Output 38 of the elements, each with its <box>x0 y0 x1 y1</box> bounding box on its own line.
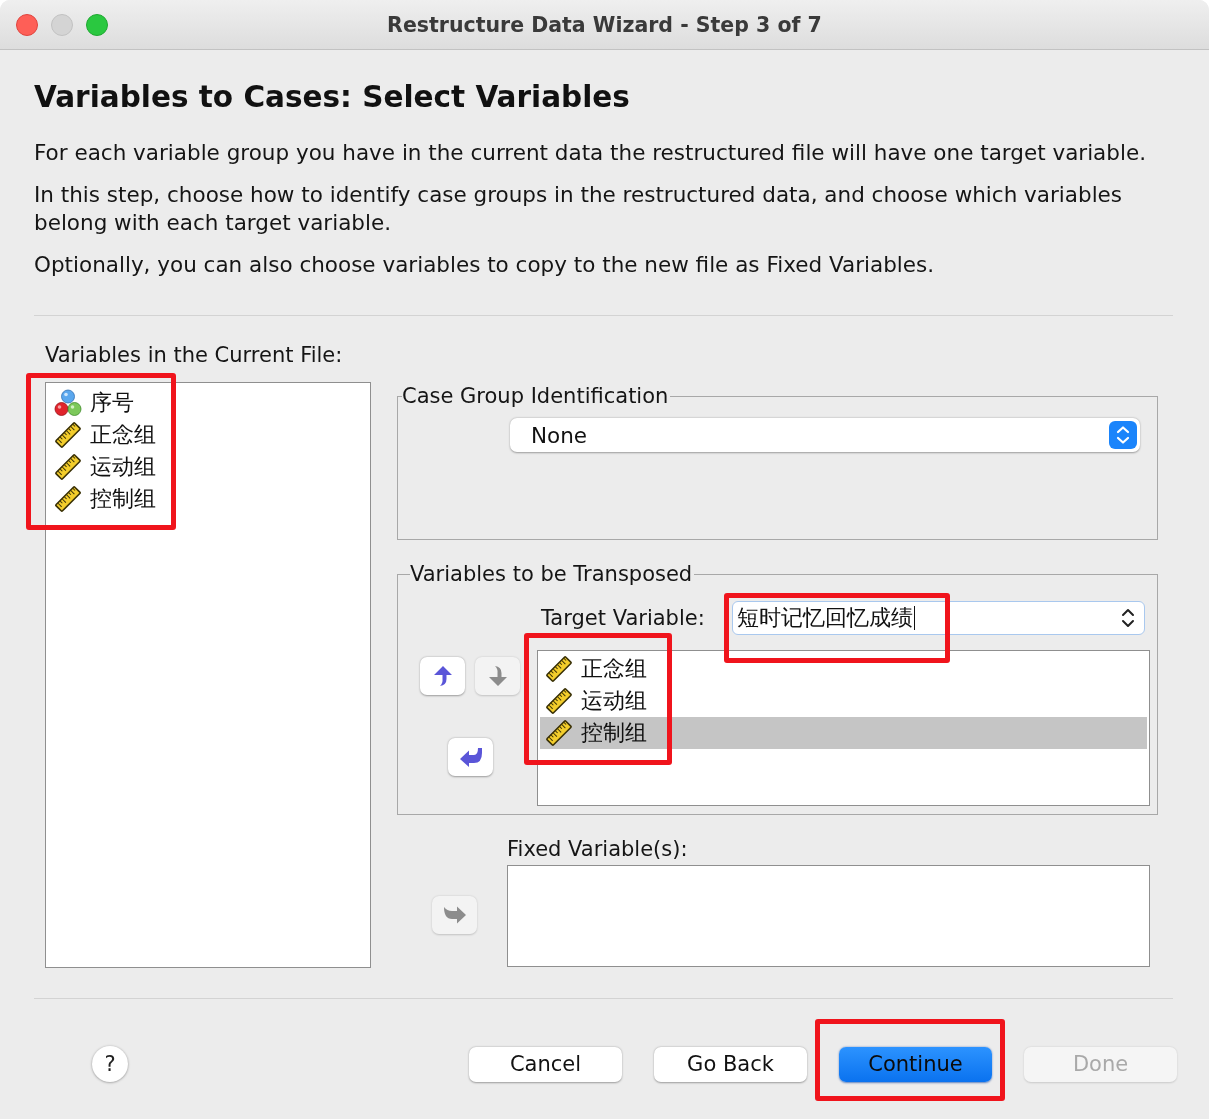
variable-list-item[interactable]: 序号 <box>53 387 370 419</box>
variable-list-item[interactable]: 正念组 <box>53 419 370 451</box>
arrow-down-icon <box>487 665 508 687</box>
variable-list-item[interactable]: 正念组 <box>540 653 1147 685</box>
target-variable-field[interactable]: 短时记忆回忆成绩 <box>732 601 1145 635</box>
close-button[interactable] <box>16 13 38 36</box>
group-legend: Variables to be Transposed <box>410 561 695 587</box>
variable-list[interactable]: 序号 正念组 运动组 控制组 <box>45 382 371 968</box>
list-label: Variables in the Current File: <box>45 342 343 368</box>
stepper-icon <box>1109 421 1137 449</box>
arrow-right-icon <box>442 904 467 925</box>
window-title: Restructure Data Wizard - Step 3 of 7 <box>387 12 822 37</box>
dialog-button[interactable]: Go Back <box>654 1046 807 1082</box>
dialog-button[interactable]: Continue <box>839 1046 992 1082</box>
return-arrow-icon <box>458 747 483 767</box>
move-back-button[interactable] <box>448 738 493 776</box>
variable-list-item[interactable]: 运动组 <box>540 685 1147 717</box>
help-button[interactable]: ? <box>92 1046 128 1082</box>
variable-list-item[interactable]: 控制组 <box>53 483 370 515</box>
arrow-up-icon <box>432 665 453 687</box>
field-label: Target Variable: <box>541 605 705 631</box>
move-up-button[interactable] <box>420 657 465 695</box>
group-legend: Case Group Identification <box>402 383 671 409</box>
list-label: Fixed Variable(s): <box>507 836 689 862</box>
dialog-button[interactable]: Cancel <box>469 1046 622 1082</box>
text-cursor <box>914 606 915 630</box>
three-balls-icon <box>54 389 82 417</box>
variable-list-item[interactable]: 运动组 <box>53 451 370 483</box>
fixed-variable-list[interactable] <box>507 865 1150 967</box>
instruction-text: For each variable group you have in the current data the restructured file will have one target variable. <box>34 139 1147 167</box>
case-group-select[interactable]: None <box>510 418 1140 452</box>
variable-list-item[interactable]: 控制组 <box>540 717 1147 749</box>
instruction-text: Optionally, you can also choose variables to copy to the new file as Fixed Variables. <box>34 251 936 279</box>
variable-list[interactable]: 正念组 运动组 控制组 <box>537 650 1150 806</box>
stepper-icon <box>1120 606 1136 630</box>
instruction-text: In this step, choose how to identify case groups in the restructured data, and choose which variables belong with each target variable. <box>34 181 1124 237</box>
page-heading: Variables to Cases: Select Variables <box>34 79 630 115</box>
zoom-button[interactable] <box>86 13 108 36</box>
